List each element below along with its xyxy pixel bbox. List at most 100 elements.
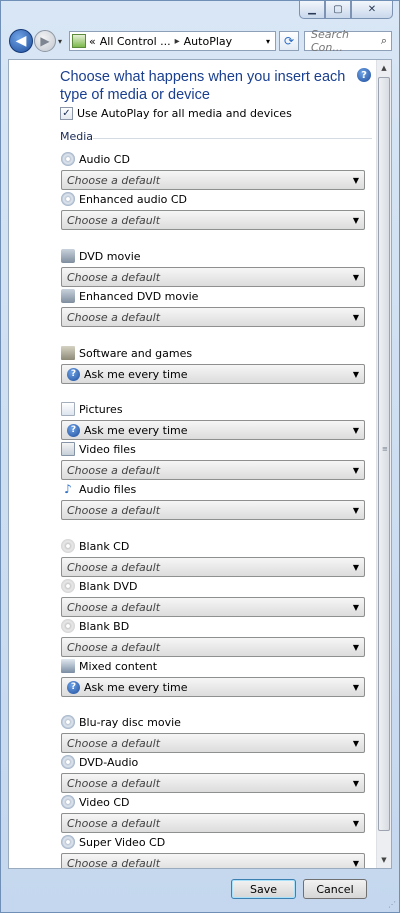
select-value: Ask me every time: [84, 680, 188, 694]
media-item-label-row: Blu-ray disc movie: [61, 714, 365, 730]
select-value: Choose a default: [67, 856, 161, 869]
select-value: Choose a default: [67, 270, 161, 284]
media-item: DVD-Audio Choose a default ▼: [61, 754, 365, 793]
default-action-select[interactable]: ? Ask me every time ▼: [61, 420, 365, 440]
close-button[interactable]: ✕: [351, 1, 393, 19]
scroll-up-icon[interactable]: ▲: [377, 60, 391, 76]
audio-files-icon: ♪: [64, 482, 72, 496]
media-item-label-row: Super Video CD: [61, 834, 365, 850]
media-item-label: DVD-Audio: [79, 755, 139, 769]
help-icon[interactable]: ?: [357, 68, 371, 82]
disc-icon: [61, 835, 75, 849]
breadcrumb-overflow[interactable]: «: [89, 35, 96, 48]
media-item-label: Blank CD: [79, 539, 130, 553]
dropdown-arrow-icon[interactable]: ▼: [353, 426, 359, 435]
resize-grip-icon[interactable]: ⋰: [388, 900, 396, 909]
use-autoplay-label[interactable]: Use AutoPlay for all media and devices: [77, 107, 292, 120]
forward-arrow-icon: ▶: [40, 34, 50, 48]
dropdown-arrow-icon[interactable]: ▼: [353, 313, 359, 322]
default-action-select[interactable]: Choose a default ▼: [61, 637, 365, 657]
media-item-label: Blank DVD: [79, 579, 138, 593]
default-action-select[interactable]: ? Ask me every time ▼: [61, 677, 365, 697]
media-item-label-row: Software and games: [61, 345, 365, 361]
close-icon: ✕: [367, 4, 377, 15]
media-item-label-row: Pictures: [61, 401, 365, 417]
select-value: Choose a default: [67, 463, 161, 477]
dropdown-arrow-icon[interactable]: ▼: [353, 859, 359, 868]
dropdown-arrow-icon[interactable]: ▼: [353, 819, 359, 828]
dropdown-arrow-icon[interactable]: ▼: [353, 643, 359, 652]
scroll-grip-icon: ≡: [382, 445, 388, 453]
address-dropdown-icon[interactable]: ▾: [261, 37, 275, 46]
select-value: Choose a default: [67, 213, 161, 227]
pictures-icon: [61, 402, 75, 416]
back-button[interactable]: ◀: [9, 29, 33, 53]
maximize-button[interactable]: ▢: [325, 1, 351, 19]
dropdown-arrow-icon[interactable]: ▼: [353, 370, 359, 379]
media-item-label-row: ♪ Audio files: [61, 481, 365, 497]
default-action-select[interactable]: Choose a default ▼: [61, 500, 365, 520]
media-section-heading: Media: [60, 130, 94, 143]
default-action-select[interactable]: Choose a default ▼: [61, 557, 365, 577]
breadcrumb-all-control-panel[interactable]: All Control ...: [100, 35, 171, 48]
select-value: Choose a default: [67, 310, 161, 324]
default-action-select[interactable]: Choose a default ▼: [61, 813, 365, 833]
default-action-select[interactable]: ? Ask me every time ▼: [61, 364, 365, 384]
default-action-select[interactable]: Choose a default ▼: [61, 597, 365, 617]
recent-pages-button[interactable]: ▾: [58, 37, 62, 46]
cancel-button[interactable]: Cancel: [303, 879, 367, 899]
search-input[interactable]: Search Con... ⌕: [304, 28, 392, 54]
media-item: Enhanced DVD movie Choose a default ▼: [61, 288, 365, 327]
media-item-label-row: Mixed content: [61, 658, 365, 674]
scrollbar-thumb[interactable]: ≡: [378, 77, 390, 831]
media-item-label: Video CD: [79, 795, 130, 809]
content-pane: Choose what happens when you insert each…: [8, 59, 392, 869]
media-item: Pictures ? Ask me every time ▼: [61, 401, 365, 440]
use-autoplay-option[interactable]: ✓ Use AutoPlay for all media and devices: [60, 107, 292, 120]
forward-button[interactable]: ▶: [34, 30, 56, 52]
dropdown-arrow-icon[interactable]: ▼: [353, 216, 359, 225]
default-action-select[interactable]: Choose a default ▼: [61, 307, 365, 327]
media-item-label-row: Enhanced DVD movie: [61, 288, 365, 304]
ask-icon: ?: [67, 367, 80, 381]
use-autoplay-checkbox[interactable]: ✓: [60, 107, 73, 120]
vertical-scrollbar[interactable]: ▲ ≡ ▼: [376, 60, 391, 868]
refresh-icon: ⟳: [283, 34, 295, 48]
default-action-select[interactable]: Choose a default ▼: [61, 773, 365, 793]
media-item: Blank CD Choose a default ▼: [61, 538, 365, 577]
breadcrumb-separator-icon[interactable]: ▸: [175, 36, 180, 47]
media-item-label: Mixed content: [79, 659, 158, 673]
caption-buttons: ▁ ▢ ✕: [299, 1, 393, 19]
minimize-button[interactable]: ▁: [299, 1, 325, 19]
default-action-select[interactable]: Choose a default ▼: [61, 733, 365, 753]
address-bar[interactable]: « All Control ... ▸ AutoPlay ▾: [69, 31, 276, 51]
dropdown-arrow-icon[interactable]: ▼: [353, 739, 359, 748]
dropdown-arrow-icon[interactable]: ▼: [353, 603, 359, 612]
default-action-select[interactable]: Choose a default ▼: [61, 170, 365, 190]
media-item: Blu-ray disc movie Choose a default ▼: [61, 714, 365, 753]
default-action-select[interactable]: Choose a default ▼: [61, 853, 365, 869]
default-action-select[interactable]: Choose a default ▼: [61, 267, 365, 287]
media-item: Super Video CD Choose a default ▼: [61, 834, 365, 869]
media-item-label: Enhanced audio CD: [79, 192, 188, 206]
disc-icon: [61, 795, 75, 809]
search-placeholder: Search Con...: [311, 28, 350, 54]
dvd-icon: [61, 249, 75, 263]
dropdown-arrow-icon[interactable]: ▼: [353, 683, 359, 692]
dropdown-arrow-icon[interactable]: ▼: [353, 273, 359, 282]
default-action-select[interactable]: Choose a default ▼: [61, 210, 365, 230]
mixed-content-icon: [61, 659, 75, 673]
select-value: Choose a default: [67, 776, 161, 790]
navigation-bar: ◀ ▶ ▾ « All Control ... ▸ AutoPlay ▾ ⟳ S…: [1, 25, 399, 59]
search-icon[interactable]: ⌕: [381, 34, 387, 48]
scroll-down-icon[interactable]: ▼: [377, 852, 391, 868]
save-button[interactable]: Save: [231, 879, 296, 899]
dropdown-arrow-icon[interactable]: ▼: [353, 506, 359, 515]
dropdown-arrow-icon[interactable]: ▼: [353, 779, 359, 788]
dropdown-arrow-icon[interactable]: ▼: [353, 466, 359, 475]
dropdown-arrow-icon[interactable]: ▼: [353, 176, 359, 185]
refresh-button[interactable]: ⟳: [279, 31, 299, 51]
dropdown-arrow-icon[interactable]: ▼: [353, 563, 359, 572]
breadcrumb-autoplay[interactable]: AutoPlay: [184, 35, 232, 48]
default-action-select[interactable]: Choose a default ▼: [61, 460, 365, 480]
